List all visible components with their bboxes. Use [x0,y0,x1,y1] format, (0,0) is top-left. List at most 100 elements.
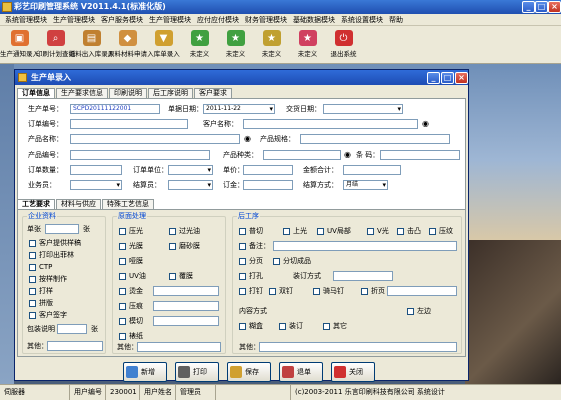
tab-special-craft[interactable]: 特殊工艺信息 [102,199,154,209]
tab-craft-req[interactable]: 工艺要求 [17,199,55,209]
product-spec-field[interactable] [300,134,450,144]
checkbox-box[interactable] [239,323,246,330]
checkbox-saddle[interactable] [313,288,320,295]
checkbox-dumb-film[interactable] [119,258,126,265]
checkbox-proof[interactable] [29,288,36,295]
checkbox-die-cut[interactable] [119,318,126,325]
window-minimize-button[interactable]: _ [427,72,440,84]
unit-select[interactable] [168,165,213,175]
checkbox-remark[interactable] [239,243,246,250]
save-button[interactable]: 保存 [227,362,271,382]
checkbox-split-product[interactable] [273,258,280,265]
product-no-field[interactable] [70,150,210,160]
checkbox-laminate[interactable] [169,273,176,280]
menu-help[interactable]: 帮助 [386,14,406,25]
tab-production-req[interactable]: 生产要求信息 [56,88,108,98]
toolbar-order-entry-button[interactable]: ▣ 生产通知录入 [0,26,39,62]
crease-field[interactable] [153,301,219,311]
customer-name-field[interactable] [243,119,418,129]
checkbox-fold[interactable] [361,288,368,295]
checkbox-page-split[interactable] [239,258,246,265]
menu-customer[interactable]: 客户服务模块 [98,14,146,25]
checkbox-matte-film[interactable] [169,243,176,250]
checkbox-punch[interactable] [239,273,246,280]
checkbox-staple[interactable] [239,288,246,295]
right-other-field[interactable] [259,342,457,352]
checkbox-varnish[interactable] [169,228,176,235]
menu-finance[interactable]: 财务管理模块 [242,14,290,25]
product-lookup-icon[interactable]: ◉ [244,134,251,143]
settle-method-select[interactable]: 月结 [343,180,388,190]
quantity-field[interactable] [70,165,122,175]
checkbox-uv[interactable] [119,273,126,280]
toolbar-undefined-button-1[interactable]: ★ 未定义 [182,26,217,62]
remark-field[interactable] [273,241,457,251]
hot-stamp-field[interactable] [153,286,219,296]
checkbox-double-staple[interactable] [269,288,276,295]
binding-method-field[interactable] [333,271,393,281]
tab-material[interactable]: 材料与供应 [56,199,101,209]
checkbox-customer-sign[interactable] [29,312,36,319]
minimize-button[interactable]: _ [522,1,535,13]
pieces-field[interactable] [45,224,79,234]
menu-production-2[interactable]: 生产管理模块 [146,14,194,25]
checkbox-bind[interactable] [279,323,286,330]
new-button[interactable]: 新增 [123,362,167,382]
pack-field[interactable] [57,324,87,334]
barcode-field[interactable] [380,150,460,160]
checkbox-uv-partial[interactable] [317,228,324,235]
menu-production[interactable]: 生产管理模块 [50,14,98,25]
product-name-field[interactable] [70,134,240,144]
toolbar-undefined-button-3[interactable]: ★ 未定义 [254,26,289,62]
checkbox-print-film[interactable] [29,252,36,259]
return-button[interactable]: 退单 [279,362,323,382]
toolbar-inbound-button[interactable]: ▼ 入库单录入 [146,26,181,62]
menu-payable[interactable]: 应付应付模块 [194,14,242,25]
toolbar-undefined-button-2[interactable]: ★ 未定义 [218,26,253,62]
menu-settings[interactable]: 系统设置模块 [338,14,386,25]
mid-other-field[interactable] [137,342,221,352]
settler-select[interactable] [168,180,213,190]
toolbar-material-button[interactable]: ◆ 原料材料申请 [108,26,147,62]
deposit-field[interactable] [243,180,293,190]
amount-field[interactable] [343,165,401,175]
print-button[interactable]: 打印 [175,362,219,382]
left-other-field[interactable] [47,341,103,351]
fold-field[interactable] [387,286,457,296]
checkbox-cut[interactable] [239,228,246,235]
checkbox-hot-stamp[interactable] [119,288,126,295]
checkbox-texture[interactable] [429,228,436,235]
close-button[interactable]: × [548,1,561,13]
checkbox-crease[interactable] [119,303,126,310]
tab-post-process[interactable]: 后工序说明 [148,88,193,98]
window-close-button[interactable]: × [455,72,468,84]
checkbox-left[interactable] [407,308,414,315]
order-date-select[interactable]: 2011-11-22 [203,104,275,114]
close-window-button[interactable]: 关闭 [331,362,375,382]
category-lookup-icon[interactable]: ◉ [344,150,351,159]
tab-order-info[interactable]: 订单信息 [17,88,55,98]
window-maximize-button[interactable]: □ [441,72,454,84]
price-field[interactable] [243,165,293,175]
menu-system[interactable]: 系统管理模块 [2,14,50,25]
toolbar-plan-search-button[interactable]: ⌕ 印刷计划查询 [36,26,75,62]
checkbox-gloss[interactable] [283,228,290,235]
checkbox-by-sample[interactable] [29,276,36,283]
checkbox-ctp[interactable] [29,264,36,271]
tab-customer-req[interactable]: 客户要求 [194,88,232,98]
contract-no-field[interactable] [70,119,188,129]
checkbox-other[interactable] [323,323,330,330]
checkbox-gloss-film[interactable] [119,243,126,250]
checkbox-mount[interactable] [119,333,126,340]
product-category-field[interactable] [263,150,341,160]
checkbox-imposition[interactable] [29,300,36,307]
checkbox-v-gloss[interactable] [367,228,374,235]
toolbar-exit-button[interactable]: ⏻ 退出系统 [326,26,361,62]
toolbar-paper-button[interactable]: ▤ 纸料出入库录入 [69,26,114,62]
maximize-button[interactable]: □ [535,1,548,13]
checkbox-press-gloss[interactable] [119,228,126,235]
checkbox-customer-sample[interactable] [29,240,36,247]
menu-base-data[interactable]: 基础数据模块 [290,14,338,25]
order-no-field[interactable]: SCPD20111122001 [70,104,160,114]
toolbar-undefined-button-4[interactable]: ★ 未定义 [290,26,325,62]
